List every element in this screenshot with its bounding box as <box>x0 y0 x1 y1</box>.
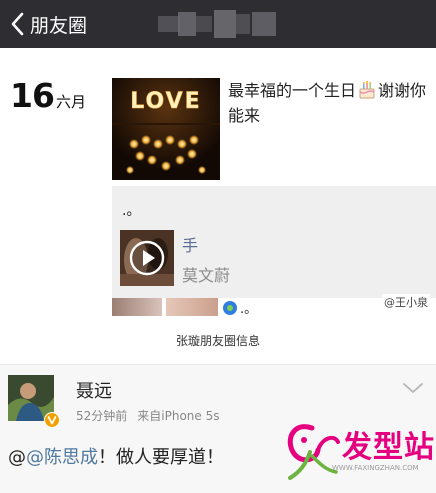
text-suffix: ！做人要厚道！ <box>98 447 224 468</box>
back-label: 朋友圈 <box>30 14 88 37</box>
comment-area: .。 手 莫文蔚 <box>112 186 436 298</box>
video-thumbnail[interactable] <box>120 230 174 286</box>
post-text-part1: 最幸福的一个生日 <box>228 81 357 100</box>
site-logo: 发型站 WWW.FAXINGZHAN.COM <box>282 420 436 493</box>
moments-feed: 16 六月 LOVE 最幸福的一个生日 谢谢你能来 .。 手 莫文蔚 .。 @王… <box>0 48 436 316</box>
post-meta: 52分钟前 来自iPhone 5s <box>76 407 220 424</box>
back-button[interactable]: 朋友圈 <box>0 0 87 48</box>
video-author: 莫文蔚 <box>182 266 231 285</box>
chevron-left-icon <box>10 12 24 36</box>
site-brand: 发型站 <box>342 430 435 465</box>
navigation-bar: 朋友圈 <box>0 0 436 48</box>
play-icon[interactable] <box>129 240 165 280</box>
like-avatar[interactable] <box>166 298 218 316</box>
post-text: 最幸福的一个生日 谢谢你能来 <box>228 78 428 128</box>
small-text: .。 <box>240 302 258 316</box>
flower-logo-icon <box>282 420 342 488</box>
text-prefix: @ <box>8 447 26 468</box>
user-name[interactable]: 聂远 <box>76 377 112 403</box>
site-url: WWW.FAXINGZHAN.COM <box>332 464 419 472</box>
weibo-text: @@陈思成！做人要厚道！ <box>8 443 224 469</box>
post-time: 52分钟前 <box>76 409 128 423</box>
chevron-down-icon[interactable] <box>402 379 424 398</box>
post-date: 16 六月 <box>10 76 86 115</box>
video-title[interactable]: 手 <box>182 232 198 256</box>
photo-love-text: LOVE <box>130 89 201 114</box>
comment-text: .。 <box>122 203 141 219</box>
mention-link[interactable]: @陈思成 <box>26 447 98 468</box>
author-watermark: @王小泉 <box>382 294 430 310</box>
post-source: 来自iPhone 5s <box>137 409 220 423</box>
post-photo[interactable]: LOVE <box>112 78 220 180</box>
small-logo-icon <box>222 300 238 316</box>
date-day: 16 <box>10 76 55 115</box>
birthday-cake-icon <box>357 80 377 100</box>
like-avatar[interactable] <box>112 298 162 316</box>
date-month: 六月 <box>55 93 86 111</box>
image-caption: 张璇朋友圈信息 <box>175 333 260 348</box>
blurred-username <box>158 10 278 38</box>
verified-v-icon <box>44 412 60 428</box>
caption-band: 张璇朋友圈信息 <box>0 316 436 364</box>
